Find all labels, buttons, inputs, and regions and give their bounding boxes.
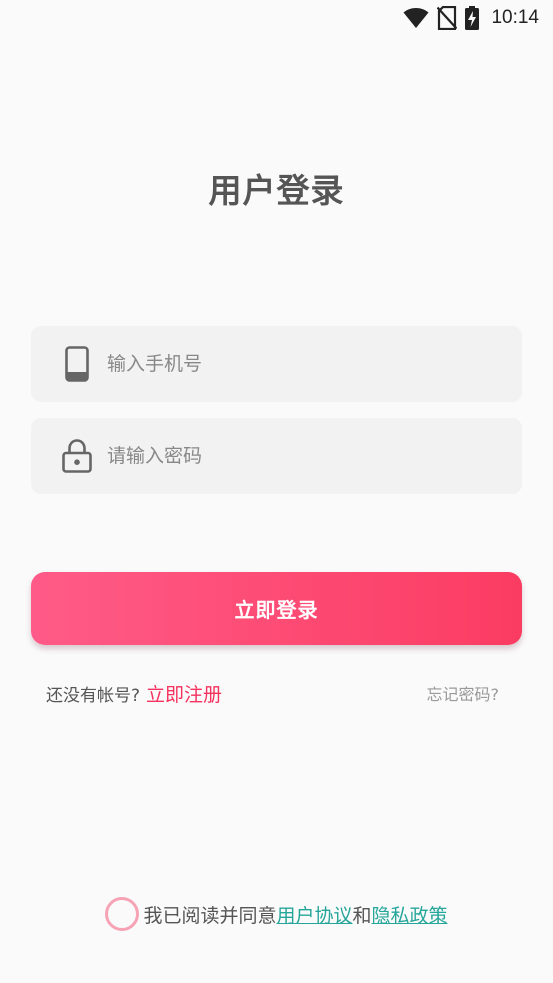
wifi-icon	[403, 7, 429, 29]
phone-field[interactable]	[31, 326, 522, 402]
privacy-policy-link[interactable]: 隐私政策	[372, 901, 448, 928]
login-screen: 10:14 用户登录 立即登录 还没有帐号? 立即注册 忘记密码?	[0, 0, 553, 983]
page-title: 用户登录	[208, 171, 345, 210]
phone-input[interactable]	[107, 326, 522, 402]
agreement-conjunction: 和	[352, 904, 372, 927]
register-prompt: 还没有帐号? 立即注册	[46, 680, 222, 707]
status-time: 10:14	[491, 7, 539, 28]
links-row: 还没有帐号? 立即注册 忘记密码?	[46, 678, 499, 708]
password-field[interactable]	[31, 418, 522, 494]
agreement-row: 我已阅读并同意 用户协议 和 隐私政策	[0, 897, 553, 931]
register-link[interactable]: 立即注册	[146, 680, 222, 707]
status-bar: 10:14	[0, 0, 553, 36]
agree-checkbox[interactable]	[105, 897, 140, 931]
forgot-password-link[interactable]: 忘记密码?	[427, 681, 500, 705]
no-sim-icon	[437, 6, 458, 30]
login-button[interactable]: 立即登录	[31, 572, 522, 645]
agreement-prefix: 我已阅读并同意	[143, 904, 277, 927]
user-agreement-link[interactable]: 用户协议	[276, 901, 352, 928]
battery-charging-icon	[465, 6, 480, 30]
password-input[interactable]	[107, 418, 522, 494]
register-prompt-text: 还没有帐号?	[46, 685, 141, 706]
